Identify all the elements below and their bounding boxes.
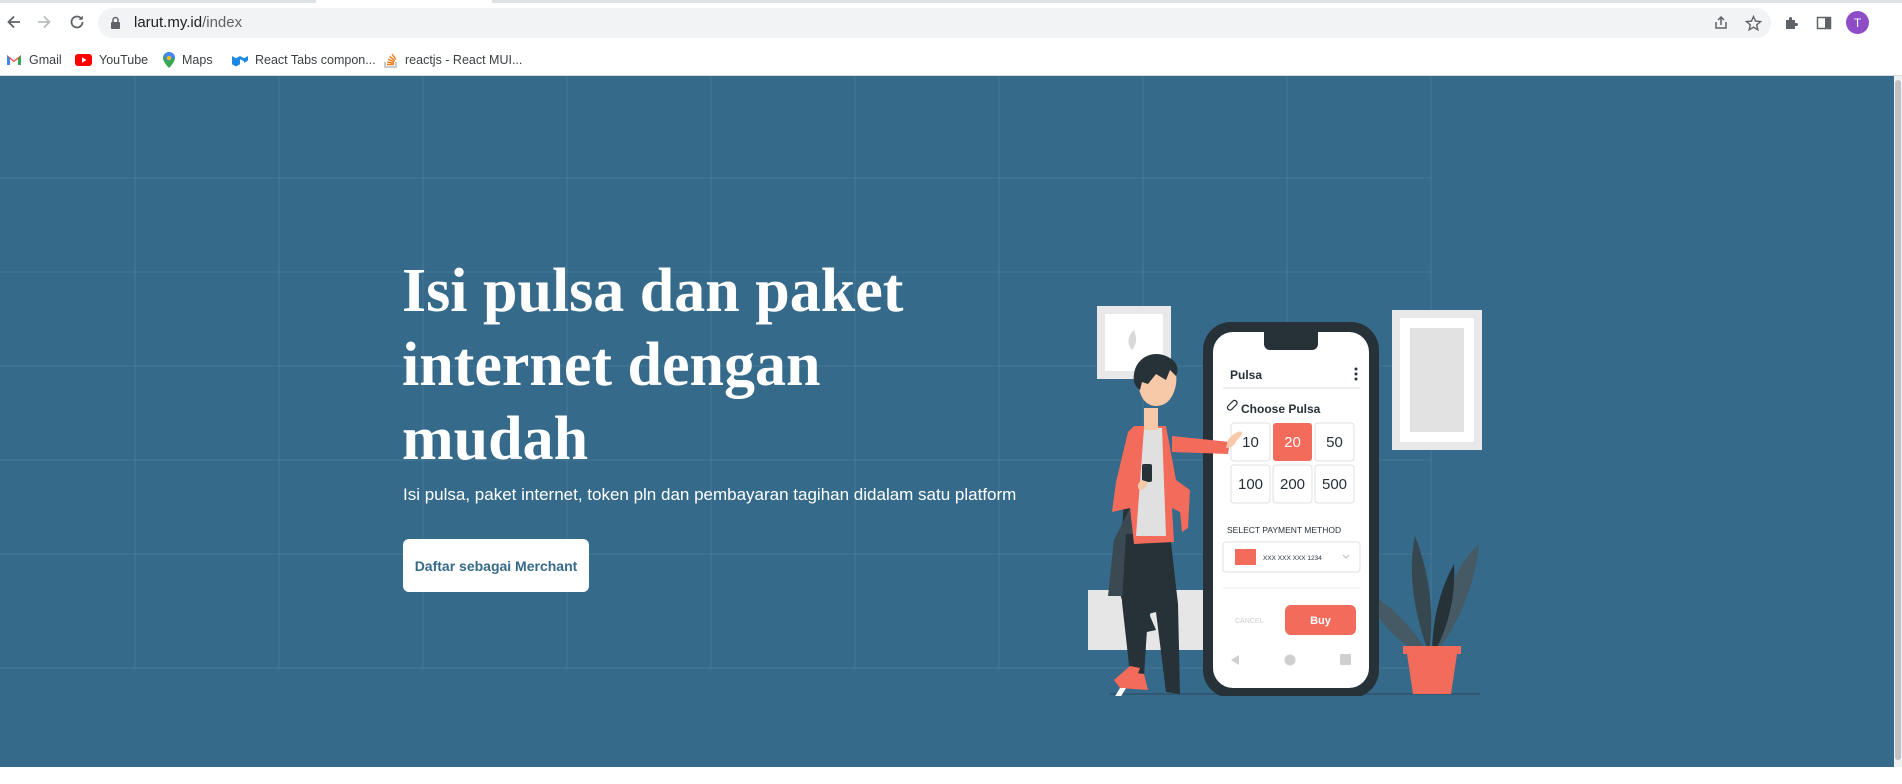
amount-option-selected: 20 — [1284, 434, 1301, 451]
profile-avatar[interactable]: T — [1846, 11, 1869, 34]
side-panel-icon — [1816, 16, 1832, 30]
phone-mockup: Pulsa Choose Pulsa 10 20 50 100 200 500 … — [1203, 322, 1379, 696]
bookmark-label: Gmail — [29, 53, 62, 67]
forward-button[interactable] — [32, 10, 56, 34]
side-panel-button[interactable] — [1813, 12, 1835, 34]
stackoverflow-icon — [384, 53, 397, 68]
maps-icon — [163, 52, 175, 68]
arrow-right-icon — [38, 15, 51, 29]
buy-label: Buy — [1310, 615, 1332, 627]
lock-icon — [111, 16, 120, 29]
reload-icon — [70, 15, 84, 29]
payment-method-label: SELECT PAYMENT METHOD — [1227, 525, 1341, 535]
share-button[interactable] — [1710, 12, 1732, 34]
profile-initial: T — [1853, 15, 1862, 30]
bookmark-label: YouTube — [99, 53, 149, 67]
plant — [1368, 536, 1479, 694]
card-number: XXX XXX XXX 1234 — [1263, 555, 1322, 562]
star-icon — [1744, 14, 1762, 31]
url-text[interactable]: larut.my.id/index — [134, 14, 242, 31]
bookmark-label: Maps — [182, 53, 213, 67]
page-below-fold — [0, 767, 1902, 784]
youtube-icon — [75, 54, 92, 66]
hero-illustration: Pulsa Choose Pulsa 10 20 50 100 200 500 … — [1088, 306, 1482, 696]
bookmark-reactjs[interactable]: reactjs - React MUI... — [384, 50, 522, 70]
bookmark-star-button[interactable] — [1742, 12, 1764, 34]
browser-toolbar: larut.my.id/index T — [0, 0, 1902, 44]
bookmark-react-tabs[interactable]: React Tabs compon... — [232, 50, 376, 70]
url-path: /index — [202, 14, 243, 31]
mui-icon — [232, 55, 248, 66]
bookmarks-bar: Gmail YouTube Maps React Tabs compon... … — [0, 44, 1902, 76]
phone-section-title: Choose Pulsa — [1241, 402, 1321, 416]
scrollbar-thumb[interactable] — [1895, 80, 1901, 760]
reload-button[interactable] — [65, 10, 89, 34]
hero-headline: Isi pulsa dan paket internet dengan muda… — [402, 257, 904, 473]
amount-option: 100 — [1238, 476, 1263, 493]
bookmark-label: reactjs - React MUI... — [405, 53, 523, 67]
amount-option: 10 — [1242, 434, 1259, 451]
arrow-left-icon — [7, 15, 20, 29]
register-merchant-button[interactable]: Daftar sebagai Merchant — [403, 539, 589, 592]
bookmark-label: React Tabs compon... — [255, 53, 376, 67]
url-host: larut.my.id — [134, 14, 203, 31]
tab-strip-edge — [0, 0, 1902, 3]
hero-subline: Isi pulsa, paket internet, token pln dan… — [403, 485, 1017, 504]
amount-option: 50 — [1326, 434, 1343, 451]
amount-option: 500 — [1322, 476, 1347, 493]
address-bar[interactable] — [98, 8, 1771, 38]
amount-option: 200 — [1280, 476, 1305, 493]
bookmark-gmail[interactable]: Gmail — [6, 50, 62, 70]
phone-header: Pulsa — [1230, 368, 1262, 382]
page-scrollbar[interactable] — [1894, 76, 1902, 767]
hero-section: Isi pulsa dan paket internet dengan muda… — [0, 76, 1894, 767]
bookmark-maps[interactable]: Maps — [163, 50, 213, 70]
bookmark-youtube[interactable]: YouTube — [75, 50, 148, 70]
back-button[interactable] — [2, 10, 26, 34]
share-icon — [1715, 15, 1727, 29]
extensions-button[interactable] — [1781, 12, 1803, 34]
puzzle-icon — [1786, 17, 1798, 29]
cancel-label: CANCEL — [1235, 618, 1264, 625]
gmail-icon — [7, 55, 21, 65]
